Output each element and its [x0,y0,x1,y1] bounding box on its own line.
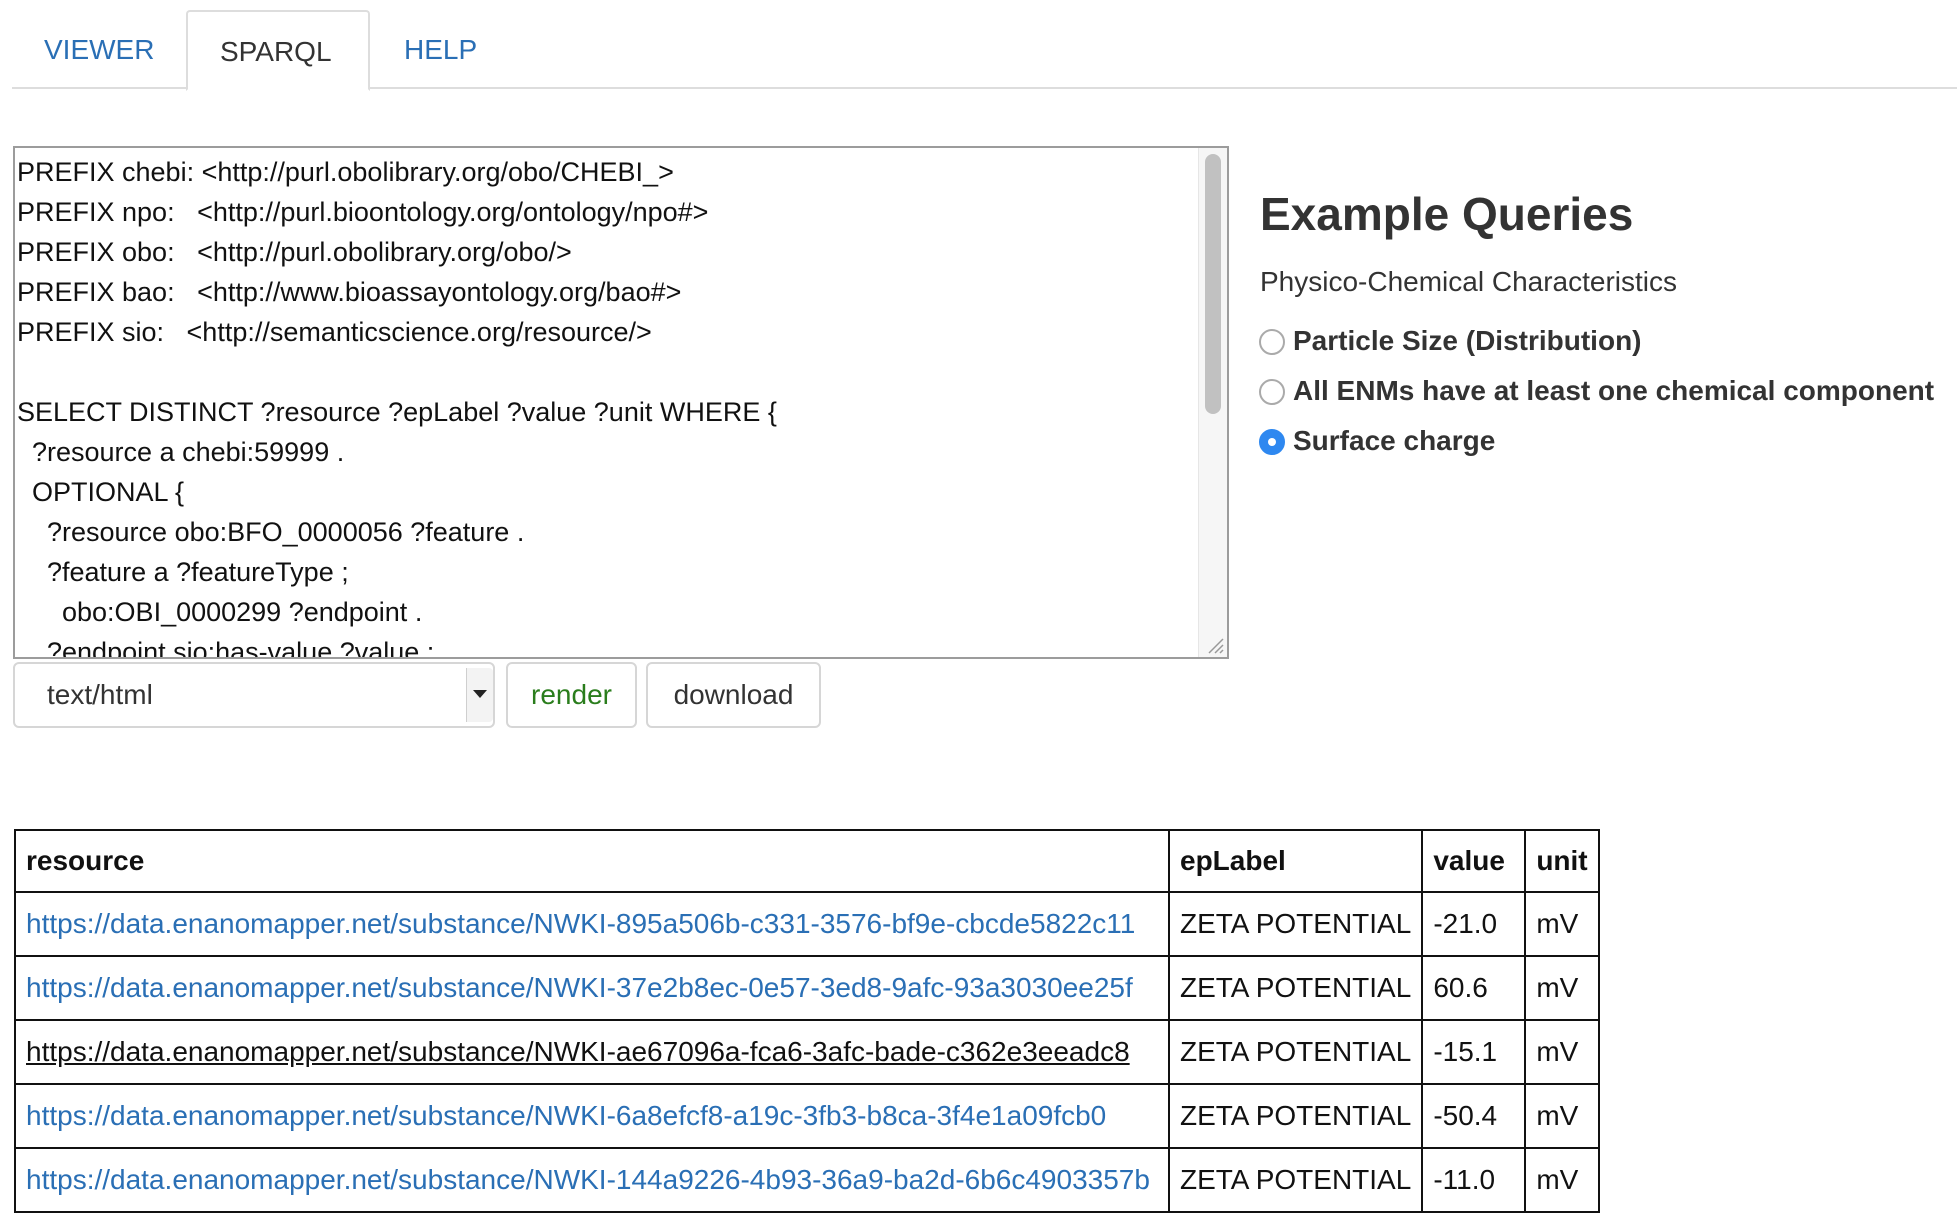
tab-sparql[interactable]: SPARQL [186,10,370,91]
eplabel-cell: ZETA POTENTIAL [1167,1019,1424,1085]
resource-cell: https://data.enanomapper.net/substance/N… [14,1019,1170,1085]
eplabel-cell: ZETA POTENTIAL [1167,1147,1424,1213]
resource-cell: https://data.enanomapper.net/substance/N… [14,1147,1170,1213]
unit-cell: mV [1524,1147,1600,1213]
resource-cell: https://data.enanomapper.net/substance/N… [14,891,1170,957]
radio-button-selected[interactable] [1259,429,1285,455]
column-header-eplabel: epLabel [1167,829,1424,893]
resource-link[interactable]: https://data.enanomapper.net/substance/N… [26,1100,1106,1131]
format-select[interactable]: text/html [13,662,495,728]
query-text[interactable]: PREFIX chebi: <http://purl.obolibrary.or… [17,152,777,657]
value-cell: -50.4 [1421,1083,1527,1149]
tab-viewer[interactable]: VIEWER [12,10,184,89]
eplabel-cell: ZETA POTENTIAL [1167,955,1424,1021]
format-select-value: text/html [47,679,153,710]
eplabel-cell: ZETA POTENTIAL [1167,1083,1424,1149]
resource-link[interactable]: https://data.enanomapper.net/substance/N… [26,1164,1150,1195]
nav-tabs: VIEWER SPARQL HELP [12,10,1957,91]
render-button[interactable]: render [506,662,637,728]
column-header-value: value [1421,829,1527,893]
example-option-label[interactable]: Particle Size (Distribution) [1293,321,1642,361]
column-header-resource: resource [14,829,1170,893]
resource-link[interactable]: https://data.enanomapper.net/substance/N… [26,1036,1130,1067]
editor-scrollbar-thumb[interactable] [1205,154,1221,414]
unit-cell: mV [1524,1083,1600,1149]
unit-cell: mV [1524,955,1600,1021]
resource-cell: https://data.enanomapper.net/substance/N… [14,1083,1170,1149]
sparql-query-textarea[interactable]: PREFIX chebi: <http://purl.obolibrary.or… [13,146,1229,659]
table-row: https://data.enanomapper.net/substance/N… [14,1083,1600,1149]
example-option-label[interactable]: All ENMs have at least one chemical comp… [1293,371,1934,411]
resize-handle-icon[interactable] [1203,633,1225,655]
radio-button[interactable] [1259,379,1285,405]
resource-cell: https://data.enanomapper.net/substance/N… [14,955,1170,1021]
dropdown-arrow-icon[interactable] [466,668,493,722]
column-header-unit: unit [1524,829,1600,893]
unit-cell: mV [1524,891,1600,957]
example-queries-heading: Example Queries [1260,188,1634,240]
value-cell: -21.0 [1421,891,1527,957]
table-row: https://data.enanomapper.net/substance/N… [14,1019,1600,1085]
value-cell: -15.1 [1421,1019,1527,1085]
example-option-label[interactable]: Surface charge [1293,421,1495,461]
table-header-row: resource epLabel value unit [14,829,1600,893]
resource-link[interactable]: https://data.enanomapper.net/substance/N… [26,908,1135,939]
example-category-label: Physico-Chemical Characteristics [1260,266,1678,297]
table-row: https://data.enanomapper.net/substance/N… [14,1147,1600,1213]
results-table: resource epLabel value unit https://data… [14,829,1600,1213]
eplabel-cell: ZETA POTENTIAL [1167,891,1424,957]
download-button[interactable]: download [646,662,821,728]
table-row: https://data.enanomapper.net/substance/N… [14,955,1600,1021]
editor-scrollbar[interactable] [1198,148,1227,657]
resource-link[interactable]: https://data.enanomapper.net/substance/N… [26,972,1133,1003]
radio-button[interactable] [1259,329,1285,355]
unit-cell: mV [1524,1019,1600,1085]
tab-help[interactable]: HELP [372,10,510,89]
value-cell: -11.0 [1421,1147,1527,1213]
table-row: https://data.enanomapper.net/substance/N… [14,891,1600,957]
value-cell: 60.6 [1421,955,1527,1021]
